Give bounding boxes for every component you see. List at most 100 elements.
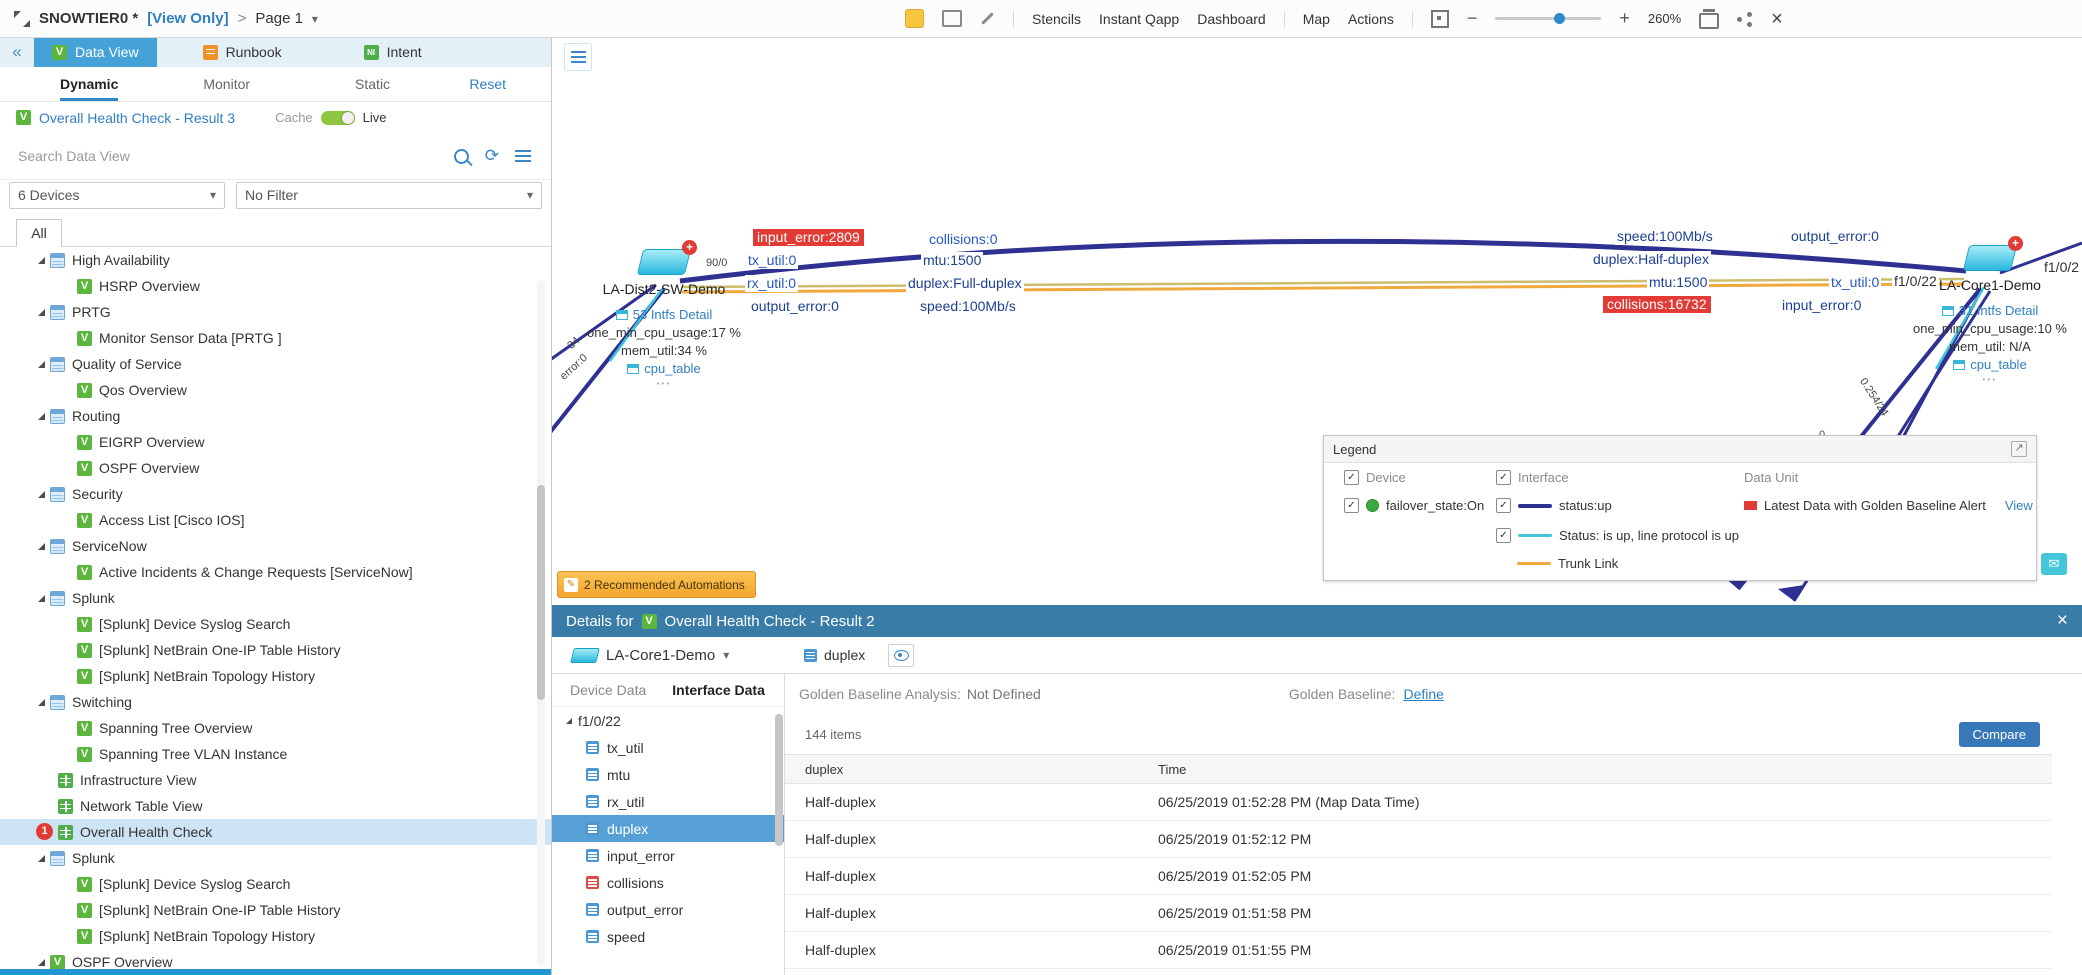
subtab-dynamic[interactable]: Dynamic <box>60 67 118 101</box>
tree-item[interactable]: [Splunk] NetBrain Topology History <box>0 923 551 949</box>
menu-stencils[interactable]: Stencils <box>1032 11 1081 27</box>
zoom-in-button[interactable]: + <box>1619 8 1630 29</box>
print-icon[interactable] <box>1699 13 1719 29</box>
tree-item[interactable]: Splunk <box>0 845 551 871</box>
menu-actions[interactable]: Actions <box>1348 11 1394 27</box>
tree-item[interactable]: Infrastructure View <box>0 767 551 793</box>
close-details-button[interactable]: × <box>2057 613 2068 629</box>
expand-arrow-icon[interactable] <box>38 257 45 264</box>
field-item[interactable]: collisions <box>552 869 784 896</box>
zoom-slider-knob[interactable] <box>1554 13 1565 24</box>
close-window-button[interactable]: × <box>1771 11 1783 27</box>
field-tab-duplex[interactable]: duplex <box>804 647 865 663</box>
define-link[interactable]: Define <box>1403 686 1443 702</box>
menu-map[interactable]: Map <box>1303 11 1330 27</box>
checkbox-interface[interactable]: ✓ <box>1496 470 1511 485</box>
view-link[interactable]: View <box>2005 498 2033 513</box>
share-icon[interactable] <box>1737 12 1753 26</box>
expand-arrow-icon[interactable] <box>38 413 45 420</box>
map-view-options-button[interactable] <box>564 43 592 71</box>
fit-screen-icon[interactable] <box>1431 10 1449 28</box>
subtab-static[interactable]: Static <box>355 67 390 101</box>
zoom-slider[interactable] <box>1495 17 1601 20</box>
device-node-la-dist2[interactable]: + LA-Dist2-SW-Demo 53 Intfs Detail one_m… <box>579 249 749 390</box>
field-item[interactable]: output_error <box>552 896 784 923</box>
tree-item[interactable]: OSPF Overview <box>0 455 551 481</box>
cache-live-toggle[interactable] <box>321 111 355 125</box>
expand-arrow-icon[interactable] <box>566 718 572 724</box>
table-row[interactable]: Half-duplex 06/25/2019 01:52:05 PM <box>785 858 2052 895</box>
intfs-detail-link[interactable]: 53 Intfs Detail <box>579 306 749 324</box>
tree-item[interactable]: Monitor Sensor Data [PRTG ] <box>0 325 551 351</box>
reset-link[interactable]: Reset <box>469 67 506 101</box>
field-item[interactable]: mtu <box>552 761 784 788</box>
expand-arrow-icon[interactable] <box>38 855 45 862</box>
tab-all[interactable]: All <box>16 219 62 247</box>
field-item[interactable]: f1/0/22 <box>552 707 784 734</box>
tree-item[interactable]: Access List [Cisco IOS] <box>0 507 551 533</box>
more-data-icon[interactable]: ⋯ <box>1900 374 2080 386</box>
device-node-la-core1[interactable]: + LA-Core1-Demo 31 Intfs Detail one_min_… <box>1900 245 2080 386</box>
tree-item[interactable]: [Splunk] Device Syslog Search <box>0 611 551 637</box>
subtab-monitor[interactable]: Monitor <box>203 67 250 101</box>
table-row[interactable]: Half-duplex 06/25/2019 01:52:12 PM <box>785 821 2052 858</box>
menu-icon[interactable] <box>515 150 531 162</box>
tab-interface-data[interactable]: Interface Data <box>672 682 765 698</box>
expand-arrow-icon[interactable] <box>38 543 45 550</box>
compare-button[interactable]: Compare <box>1959 722 2040 747</box>
tree-item[interactable]: Splunk <box>0 585 551 611</box>
intfs-detail-link[interactable]: 31 Intfs Detail <box>1900 302 2080 320</box>
expand-arrow-icon[interactable] <box>38 309 45 316</box>
sidebar-scrollbar[interactable] <box>537 280 545 965</box>
zoom-out-button[interactable]: − <box>1467 8 1478 29</box>
alert-plus-badge[interactable]: + <box>2008 236 2023 251</box>
tab-device-data[interactable]: Device Data <box>570 682 646 698</box>
field-item[interactable]: rx_util <box>552 788 784 815</box>
draw-icon[interactable] <box>981 12 994 25</box>
tree-item[interactable]: Routing <box>0 403 551 429</box>
switch-device-icon[interactable]: + <box>640 249 688 275</box>
field-item[interactable]: tx_util <box>552 734 784 761</box>
tree-item[interactable]: [Splunk] Device Syslog Search <box>0 871 551 897</box>
more-data-icon[interactable]: ⋯ <box>579 378 749 390</box>
field-item[interactable]: speed <box>552 923 784 950</box>
table-row[interactable]: Half-duplex 06/25/2019 01:51:58 PM <box>785 895 2052 932</box>
tree-item[interactable]: HSRP Overview <box>0 273 551 299</box>
field-item[interactable]: input_error <box>552 842 784 869</box>
tree-item[interactable]: PRTG <box>0 299 551 325</box>
refresh-icon[interactable]: ⟳ <box>485 148 499 164</box>
checkbox-status-up[interactable]: ✓ <box>1496 498 1511 513</box>
tree-item[interactable]: EIGRP Overview <box>0 429 551 455</box>
tree-item[interactable]: ServiceNow <box>0 533 551 559</box>
table-row[interactable]: Half-duplex 06/25/2019 01:51:55 PM <box>785 932 2052 969</box>
search-input[interactable] <box>0 147 454 165</box>
checkbox-failover[interactable]: ✓ <box>1344 498 1359 513</box>
expand-arrow-icon[interactable] <box>38 361 45 368</box>
device-name[interactable]: LA-Dist2-SW-Demo <box>579 281 749 297</box>
filter-dropdown[interactable]: No Filter ▾ <box>236 182 542 209</box>
devices-dropdown[interactable]: 6 Devices ▾ <box>9 182 225 209</box>
watch-button[interactable] <box>888 644 914 667</box>
tree-item[interactable]: [Splunk] NetBrain One-IP Table History <box>0 897 551 923</box>
collapse-sidebar-icon[interactable]: « <box>0 37 34 67</box>
checkbox-status-line[interactable]: ✓ <box>1496 528 1511 543</box>
checkbox-device[interactable]: ✓ <box>1344 470 1359 485</box>
tree-item[interactable]: Network Table View <box>0 793 551 819</box>
note-icon[interactable] <box>905 9 924 28</box>
recommended-automations-badge[interactable]: ✎ 2 Recommended Automations <box>557 571 756 598</box>
expand-arrow-icon[interactable] <box>38 699 45 706</box>
alert-plus-badge[interactable]: + <box>682 240 697 255</box>
device-name[interactable]: LA-Core1-Demo <box>1900 277 2080 293</box>
result-title[interactable]: Overall Health Check - Result 3 <box>39 110 235 126</box>
field-list-scrollbar[interactable] <box>775 714 783 846</box>
device-selector[interactable]: LA-Core1-Demo ▾ <box>572 647 729 664</box>
tree-item[interactable]: Spanning Tree Overview <box>0 715 551 741</box>
expand-arrow-icon[interactable] <box>38 595 45 602</box>
tree-item[interactable]: High Availability <box>0 247 551 273</box>
menu-instant-qapp[interactable]: Instant Qapp <box>1099 11 1179 27</box>
menu-dashboard[interactable]: Dashboard <box>1197 11 1266 27</box>
tree-item[interactable]: Qos Overview <box>0 377 551 403</box>
search-icon[interactable] <box>454 149 469 164</box>
tree-item[interactable]: Active Incidents & Change Requests [Serv… <box>0 559 551 585</box>
tree-item[interactable]: Spanning Tree VLAN Instance <box>0 741 551 767</box>
